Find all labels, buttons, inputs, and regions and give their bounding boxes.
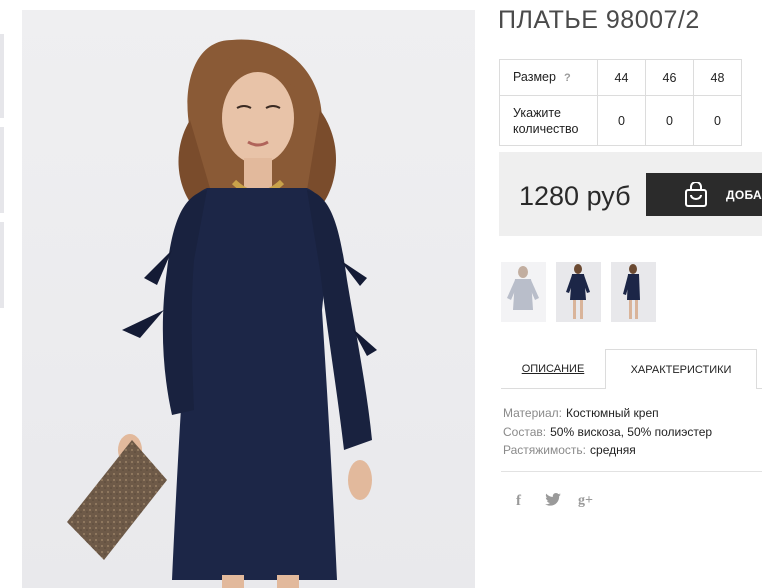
size-option: 46 [645, 59, 694, 96]
product-thumbnail[interactable] [501, 262, 546, 322]
shopping-bag-icon [684, 181, 708, 211]
product-thumbnail[interactable] [611, 262, 656, 322]
spec-key: Состав: [503, 424, 547, 439]
quantity-label: Укажите количество [499, 95, 598, 146]
quantity-input[interactable]: 0 [597, 95, 646, 146]
spec-row: Состав: 50% вискоза, 50% полиэстер [503, 423, 712, 442]
size-option: 48 [693, 59, 742, 96]
price-panel: 1280 руб ДОБАВИ [499, 152, 762, 236]
spec-value: Костюмный креп [565, 406, 659, 420]
product-thumbnail[interactable] [556, 262, 601, 322]
add-to-cart-label: ДОБАВИ [726, 187, 762, 202]
side-thumbnail-edge[interactable] [0, 127, 4, 213]
specifications-list: Материал: Костюмный креп Состав: 50% виско… [503, 404, 712, 460]
size-label-cell: Размер? [499, 59, 598, 96]
spec-row: Растяжимость: средняя [503, 441, 712, 460]
tab-description[interactable]: ОПИСАНИЕ [501, 349, 605, 389]
divider [501, 471, 762, 472]
price: 1280 руб [519, 181, 631, 211]
spec-value: 50% вискоза, 50% полиэстер [550, 424, 713, 439]
product-title: ПЛАТЬЕ 98007/2 [498, 6, 700, 34]
main-product-photo [22, 10, 475, 588]
spec-key: Материал: [503, 406, 562, 420]
size-label: Размер [513, 70, 556, 84]
size-option: 44 [597, 59, 646, 96]
twitter-bird-icon[interactable] [545, 493, 561, 509]
side-thumbnail-edge[interactable] [0, 34, 4, 118]
quantity-input[interactable]: 0 [693, 95, 742, 146]
size-help-icon[interactable]: ? [564, 72, 571, 84]
facebook-icon[interactable]: f [516, 493, 521, 510]
spec-row: Материал: Костюмный креп [503, 404, 712, 423]
add-to-cart-button[interactable]: ДОБАВИ [646, 173, 762, 216]
tab-specifications[interactable]: ХАРАКТЕРИСТИКИ [605, 349, 757, 389]
googleplus-icon[interactable]: g+ [578, 493, 593, 509]
side-thumbnail-edge[interactable] [0, 222, 4, 308]
spec-value: средняя [590, 443, 636, 457]
product-tabs: ОПИСАНИЕ ХАРАКТЕРИСТИКИ [501, 349, 762, 389]
tab-underline [757, 388, 762, 389]
spec-key: Растяжимость: [503, 443, 587, 457]
quantity-input[interactable]: 0 [645, 95, 694, 146]
size-quantity-table: Размер? 44 46 48 Укажите количество 0 0 … [499, 59, 742, 146]
